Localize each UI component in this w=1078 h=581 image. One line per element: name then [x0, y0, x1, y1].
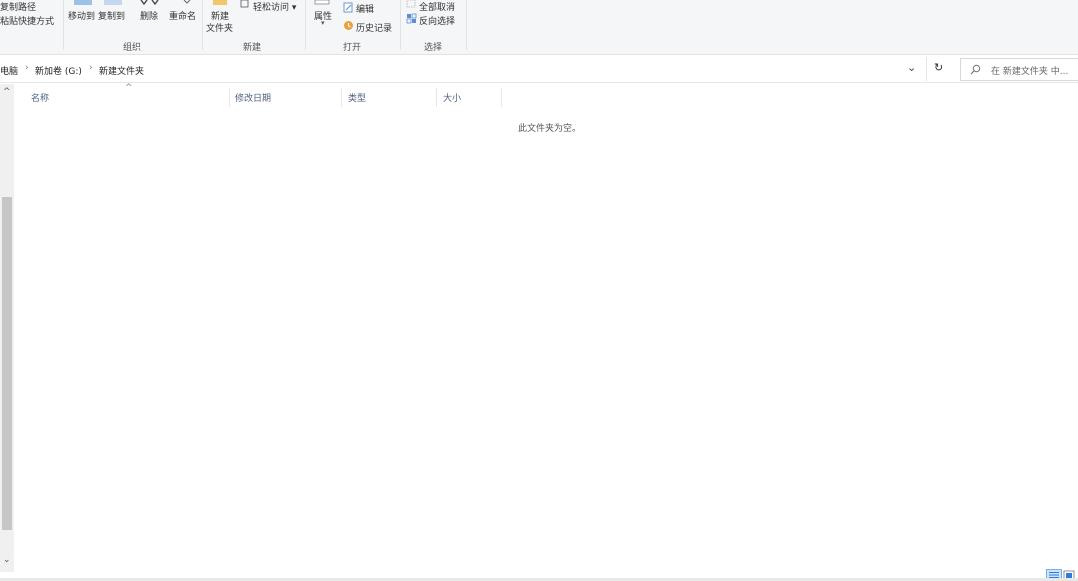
- navigation-pane-scrollbar[interactable]: ^ ⌄: [0, 84, 14, 572]
- history-icon: [344, 21, 353, 30]
- properties-icon: [314, 0, 330, 5]
- column-header-size[interactable]: 大小: [443, 91, 461, 104]
- sort-indicator-icon: ^: [125, 83, 133, 93]
- new-folder-icon: [213, 0, 227, 5]
- breadcrumb-separator[interactable]: ›: [89, 63, 93, 73]
- search-placeholder: 在 新建文件夹 中...: [991, 67, 1069, 77]
- paste-shortcut-button[interactable]: 粘贴快捷方式: [0, 14, 54, 27]
- column-divider[interactable]: [501, 88, 502, 107]
- group-separator: [400, 0, 401, 50]
- column-divider[interactable]: [436, 88, 437, 107]
- column-divider[interactable]: [229, 88, 230, 107]
- column-divider[interactable]: [341, 88, 342, 107]
- edit-icon: [343, 2, 353, 13]
- invert-selection-button[interactable]: 反向选择: [419, 14, 455, 27]
- address-bar: 电脑 › 新加卷 (G:) › 新建文件夹 ⌄ ↻ 在 新建文件夹 中...: [0, 57, 1078, 83]
- scroll-down-button[interactable]: ⌄: [3, 555, 11, 565]
- empty-folder-message: 此文件夹为空。: [518, 124, 582, 134]
- column-header-name[interactable]: 名称: [31, 91, 49, 104]
- breadcrumb-separator[interactable]: ›: [25, 63, 29, 73]
- copy-path-button[interactable]: 复制路径: [0, 0, 36, 13]
- invert-selection-icon: [406, 13, 417, 24]
- new-group-label: 新建: [243, 43, 262, 53]
- edit-button[interactable]: 编辑: [356, 2, 374, 15]
- delete-button[interactable]: 删除: [140, 9, 158, 22]
- divider: [926, 57, 927, 81]
- history-button[interactable]: 历史记录: [356, 21, 392, 34]
- copy-to-icon: [104, 0, 122, 5]
- properties-dropdown-icon[interactable]: ▾: [321, 19, 325, 27]
- select-group-label: 选择: [424, 43, 443, 53]
- search-box[interactable]: 在 新建文件夹 中...: [960, 58, 1078, 81]
- scroll-up-button[interactable]: ^: [3, 87, 11, 97]
- breadcrumb-current-folder[interactable]: 新建文件夹: [99, 64, 144, 77]
- delete-icon: [140, 0, 159, 6]
- rename-icon: [183, 0, 191, 4]
- ribbon: 复制路径 粘贴快捷方式 移动到 复制到 删除 重命名 组织 新建 文件夹 轻松访…: [0, 0, 1078, 55]
- group-separator: [466, 0, 467, 50]
- copy-to-button[interactable]: 复制到: [98, 9, 125, 22]
- open-group-label: 打开: [343, 43, 362, 53]
- search-icon: [970, 64, 981, 75]
- move-to-button[interactable]: 移动到: [68, 9, 95, 22]
- easy-access-icon: [240, 0, 249, 8]
- select-none-icon: [406, 0, 416, 8]
- scrollbar-thumb[interactable]: [2, 197, 12, 530]
- organize-group-label: 组织: [123, 43, 142, 53]
- rename-button[interactable]: 重命名: [169, 9, 196, 22]
- new-folder-button-line2[interactable]: 文件夹: [206, 21, 233, 34]
- breadcrumb-this-pc[interactable]: 电脑: [0, 64, 18, 77]
- group-separator: [305, 0, 306, 50]
- column-header-type[interactable]: 类型: [348, 91, 366, 104]
- breadcrumb-drive-g[interactable]: 新加卷 (G:): [35, 64, 82, 77]
- refresh-button[interactable]: ↻: [934, 61, 943, 74]
- column-header-date-modified[interactable]: 修改日期: [235, 91, 271, 104]
- move-to-icon: [74, 0, 92, 5]
- easy-access-button[interactable]: 轻松访问 ▾: [253, 0, 296, 13]
- select-none-button[interactable]: 全部取消: [419, 0, 455, 13]
- address-history-dropdown[interactable]: ⌄: [907, 61, 916, 74]
- group-separator: [202, 0, 203, 50]
- group-separator: [63, 0, 64, 50]
